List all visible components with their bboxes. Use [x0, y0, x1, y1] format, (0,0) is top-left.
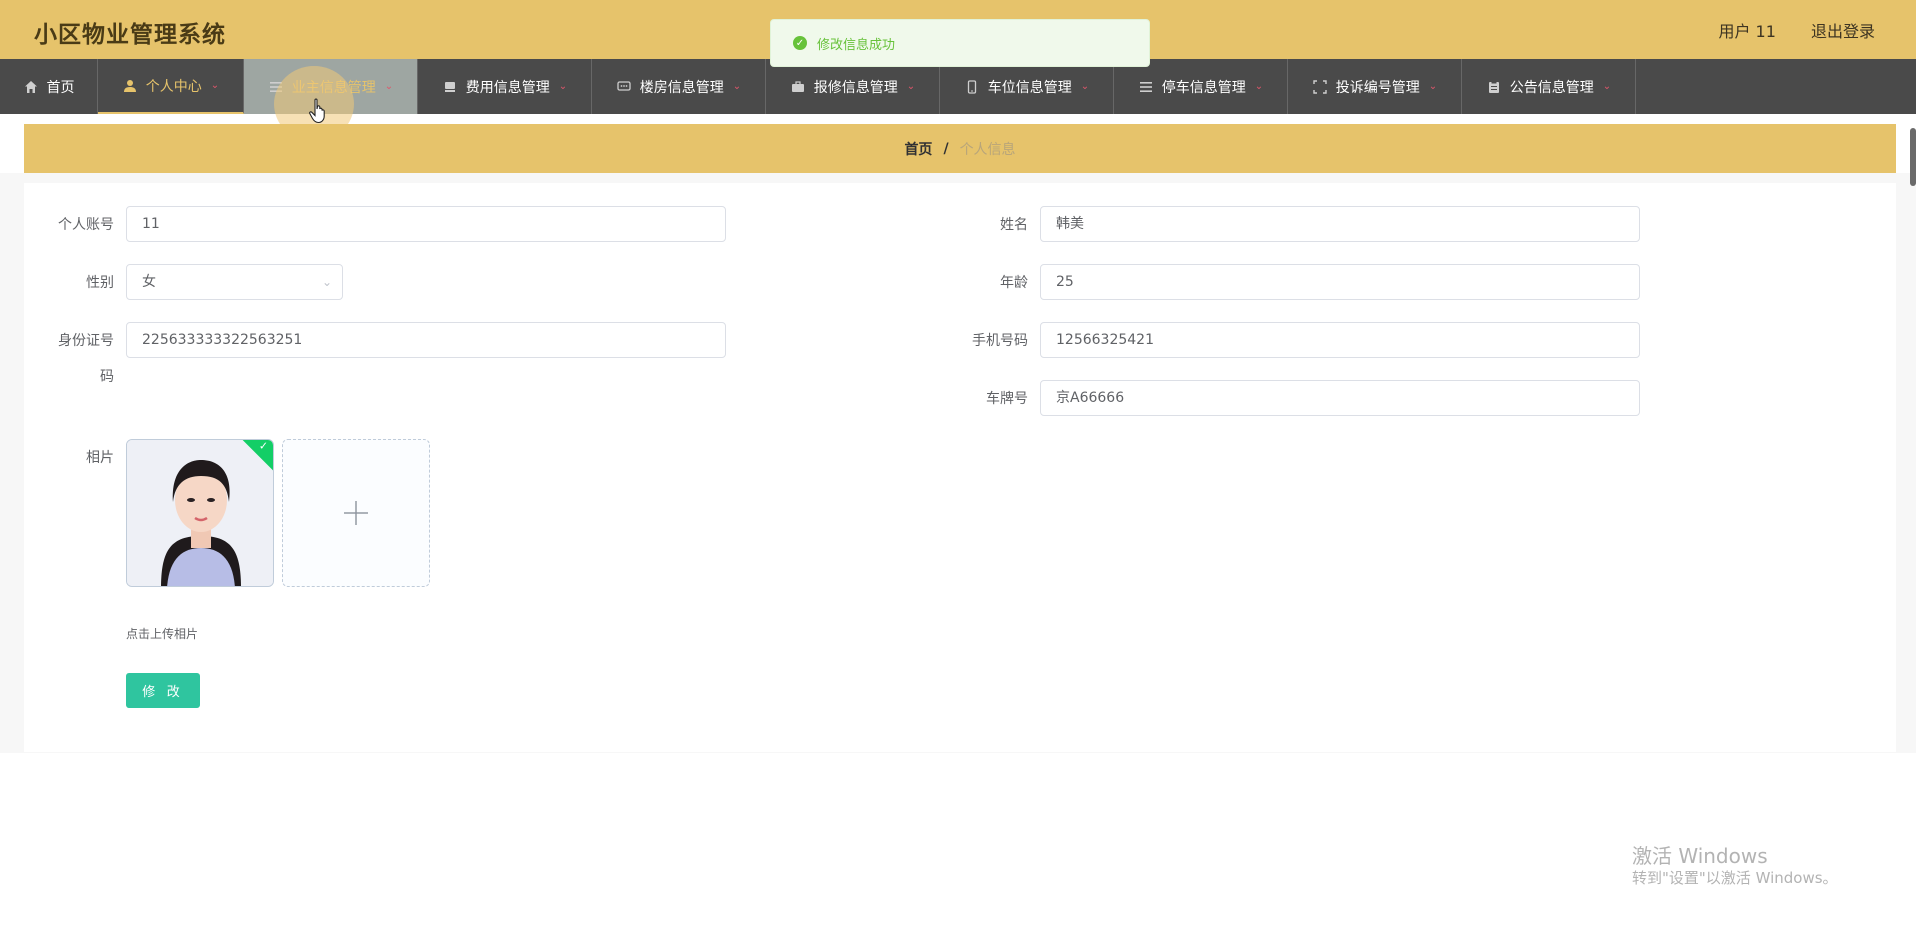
- age-input[interactable]: 25: [1040, 264, 1640, 300]
- nav-item-building-info[interactable]: 楼房信息管理 ⌄: [592, 59, 766, 114]
- upload-button[interactable]: [282, 439, 430, 587]
- idcard-label-wrap: 码: [100, 369, 114, 385]
- toast-message: 修改信息成功: [817, 37, 896, 53]
- breadcrumb-current: 个人信息: [959, 141, 1016, 158]
- breadcrumb-separator: /: [943, 140, 949, 157]
- portrait-image: [127, 440, 273, 586]
- chevron-down-icon: ⌄: [1080, 81, 1090, 92]
- nav-item-parking-space-info[interactable]: 车位信息管理 ⌄: [940, 59, 1114, 114]
- uploaded-photo[interactable]: ✓: [126, 439, 274, 587]
- name-label: 姓名: [1000, 217, 1028, 233]
- nav-item-complaint-number[interactable]: 投诉编号管理 ⌄: [1288, 59, 1462, 114]
- frame-icon: [1312, 79, 1328, 95]
- main-nav: 首页 个人中心 ⌄ 业主信息管理 ⌄ 费用信息管理 ⌄ 楼房信息管理 ⌄ 报修信…: [0, 59, 1916, 114]
- photo-label: 相片: [86, 450, 114, 466]
- username: 用户 11: [1718, 22, 1776, 41]
- idcard-input[interactable]: 225633333322563251: [126, 322, 726, 358]
- briefcase-icon: [790, 79, 806, 95]
- activation-watermark-title: 激活 Windows: [1632, 844, 1768, 868]
- chevron-down-icon: ⌄: [1428, 81, 1438, 92]
- home-icon: [23, 79, 39, 95]
- user-icon: [122, 78, 138, 94]
- nav-item-home[interactable]: 首页: [0, 59, 98, 114]
- upload-tip: 点击上传相片: [126, 627, 199, 641]
- chevron-down-icon: ⌄: [1602, 81, 1612, 92]
- submit-button[interactable]: 修 改: [126, 673, 200, 708]
- account-input[interactable]: 11: [126, 206, 726, 242]
- hand-cursor-icon: [309, 98, 325, 124]
- activation-watermark-subtitle: 转到"设置"以激活 Windows。: [1632, 869, 1838, 887]
- nav-item-notice-info[interactable]: 公告信息管理 ⌄: [1462, 59, 1636, 114]
- plus-icon: [344, 501, 368, 525]
- gender-select[interactable]: 女 ⌄: [126, 264, 343, 300]
- gender-label: 性别: [86, 275, 114, 291]
- chevron-down-icon: ⌄: [321, 275, 332, 289]
- name-input[interactable]: 韩美: [1040, 206, 1640, 242]
- check-circle-icon: ✓: [793, 36, 807, 50]
- chevron-down-icon: ⌄: [732, 81, 742, 92]
- idcard-label: 身份证号: [58, 333, 114, 349]
- nav-item-parking-info[interactable]: 停车信息管理 ⌄: [1114, 59, 1288, 114]
- phone-label: 手机号码: [972, 333, 1028, 349]
- account-label: 个人账号: [58, 217, 114, 233]
- phone-input[interactable]: 12566325421: [1040, 322, 1640, 358]
- plate-input[interactable]: 京A66666: [1040, 380, 1640, 416]
- gender-selected-value: 女: [142, 274, 156, 290]
- breadcrumb: 首页 / 个人信息: [24, 124, 1896, 173]
- chevron-down-icon: ⌄: [384, 81, 394, 92]
- logout-link[interactable]: 退出登录: [1811, 22, 1875, 41]
- age-label: 年龄: [1000, 275, 1028, 291]
- chevron-down-icon: ⌄: [210, 80, 220, 91]
- chevron-down-icon: ⌄: [558, 81, 568, 92]
- success-toast: ✓ 修改信息成功: [770, 19, 1150, 67]
- chevron-down-icon: ⌄: [906, 81, 916, 92]
- phone-icon: [964, 79, 980, 95]
- breadcrumb-home[interactable]: 首页: [904, 139, 932, 159]
- list-icon: [1138, 79, 1154, 95]
- plate-label: 车牌号: [986, 391, 1028, 407]
- app-title: 小区物业管理系统: [34, 22, 226, 48]
- clipboard-icon: [1486, 79, 1502, 95]
- bookmark-icon: [442, 79, 458, 95]
- nav-item-personal-center[interactable]: 个人中心 ⌄: [98, 59, 244, 114]
- check-icon: ✓: [258, 439, 269, 453]
- chat-icon: [616, 79, 632, 95]
- nav-item-owner-info[interactable]: 业主信息管理 ⌄: [244, 59, 418, 114]
- nav-item-fee-info[interactable]: 费用信息管理 ⌄: [418, 59, 592, 114]
- nav-item-repair-info[interactable]: 报修信息管理 ⌄: [766, 59, 940, 114]
- list-icon: [268, 79, 284, 95]
- user-area: 用户 11 退出登录: [1688, 18, 1875, 42]
- chevron-down-icon: ⌄: [1254, 81, 1264, 92]
- scrollbar[interactable]: [1910, 128, 1916, 186]
